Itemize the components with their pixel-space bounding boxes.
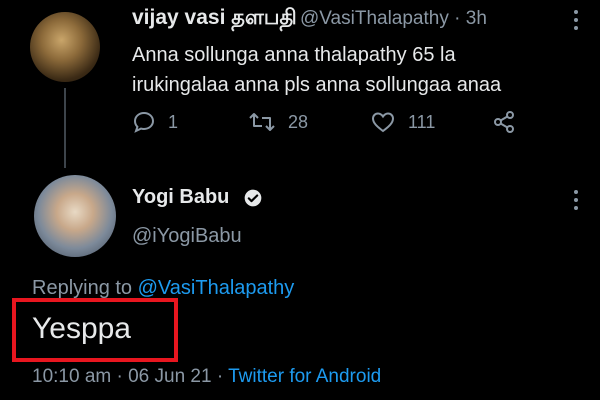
replying-to-prefix: Replying to: [32, 277, 138, 299]
like-button[interactable]: 111: [370, 110, 435, 134]
avatar-vijay-vasi[interactable]: [30, 12, 100, 82]
avatar-yogi-babu[interactable]: [34, 175, 116, 257]
reply-count: 1: [168, 111, 179, 132]
reply-button[interactable]: 1: [132, 110, 178, 134]
thread-connector-line: [64, 88, 66, 168]
tweet1-age: · 3h: [454, 8, 487, 29]
replying-to-link[interactable]: @VasiThalapathy: [138, 277, 295, 299]
reply-icon: [133, 111, 155, 133]
tweet2-meta: 10:10 am · 06 Jun 21 · Twitter for Andro…: [32, 366, 381, 388]
tweet1-handle[interactable]: @VasiThalapathy: [300, 8, 449, 29]
share-button[interactable]: [492, 110, 516, 134]
tweet2-source[interactable]: Twitter for Android: [228, 366, 381, 387]
tweet1-body: Anna sollunga anna thalapathy 65 la iruk…: [132, 44, 502, 96]
retweet-button[interactable]: 28: [248, 110, 308, 134]
like-count: 111: [408, 111, 436, 132]
verified-badge-icon: [244, 189, 262, 207]
tweet2-handle[interactable]: @iYogiBabu: [132, 225, 242, 248]
tweet1-display-name[interactable]: vijay vasi தளபதி: [132, 6, 297, 32]
tweet1-more-icon[interactable]: [574, 10, 580, 30]
tweet2-more-icon[interactable]: [574, 190, 580, 210]
tweet2-body: Yesppa: [32, 312, 131, 345]
replying-to-line: Replying to @VasiThalapathy: [32, 277, 294, 300]
share-icon: [494, 111, 514, 133]
retweet-count: 28: [288, 111, 309, 132]
tweet1-handle-and-time[interactable]: @VasiThalapathy · 3h: [300, 8, 487, 30]
tweet2-display-name[interactable]: Yogi Babu: [132, 186, 229, 209]
like-icon: [371, 112, 395, 133]
retweet-icon: [249, 113, 275, 131]
tweet2-timestamp[interactable]: 10:10 am · 06 Jun 21 ·: [32, 366, 228, 387]
